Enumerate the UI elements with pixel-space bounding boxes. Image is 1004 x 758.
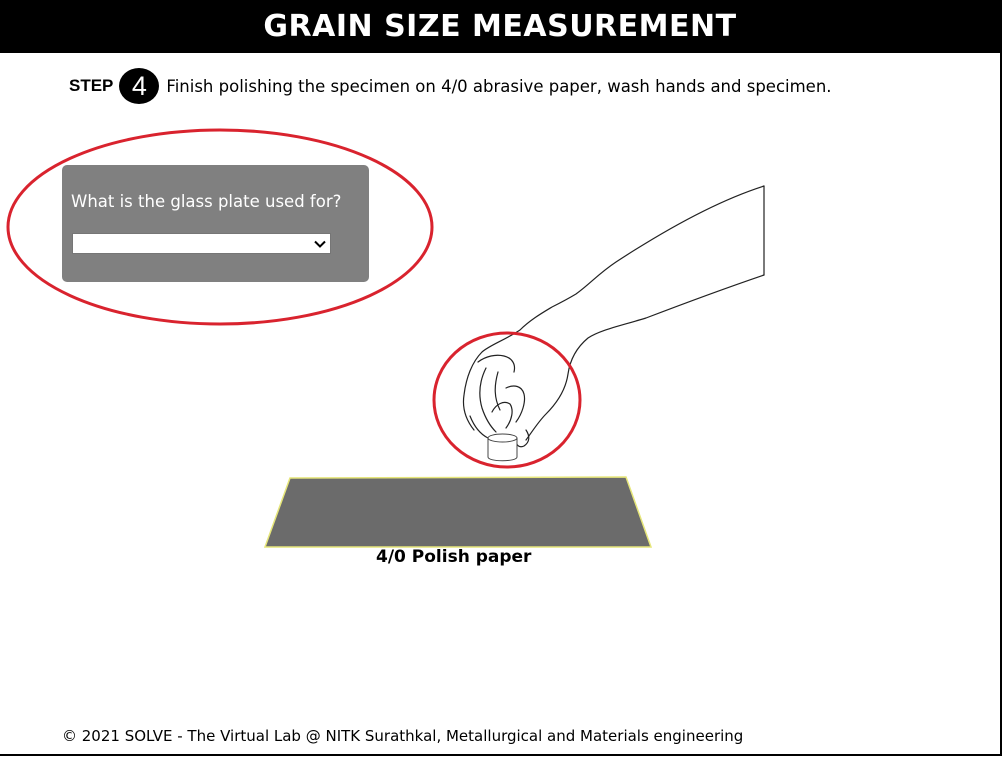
quiz-answer-dropdown[interactable] (72, 233, 331, 254)
page-title: GRAIN SIZE MEASUREMENT (0, 0, 1000, 53)
quiz-panel: What is the glass plate used for? (62, 165, 369, 282)
polish-paper-label: 4/0 Polish paper (376, 547, 532, 567)
quiz-question: What is the glass plate used for? (71, 192, 342, 211)
footer-copyright: © 2021 SOLVE - The Virtual Lab @ NITK Su… (62, 727, 744, 745)
step-instruction-text: Finish polishing the specimen on 4/0 abr… (166, 76, 832, 96)
step-label: STEP (69, 76, 114, 95)
step-number-badge: 4 (119, 68, 160, 104)
chevron-down-icon (314, 240, 326, 248)
step-instruction-row: STEP 4 Finish polishing the specimen on … (69, 68, 832, 104)
page-frame (0, 0, 1002, 756)
